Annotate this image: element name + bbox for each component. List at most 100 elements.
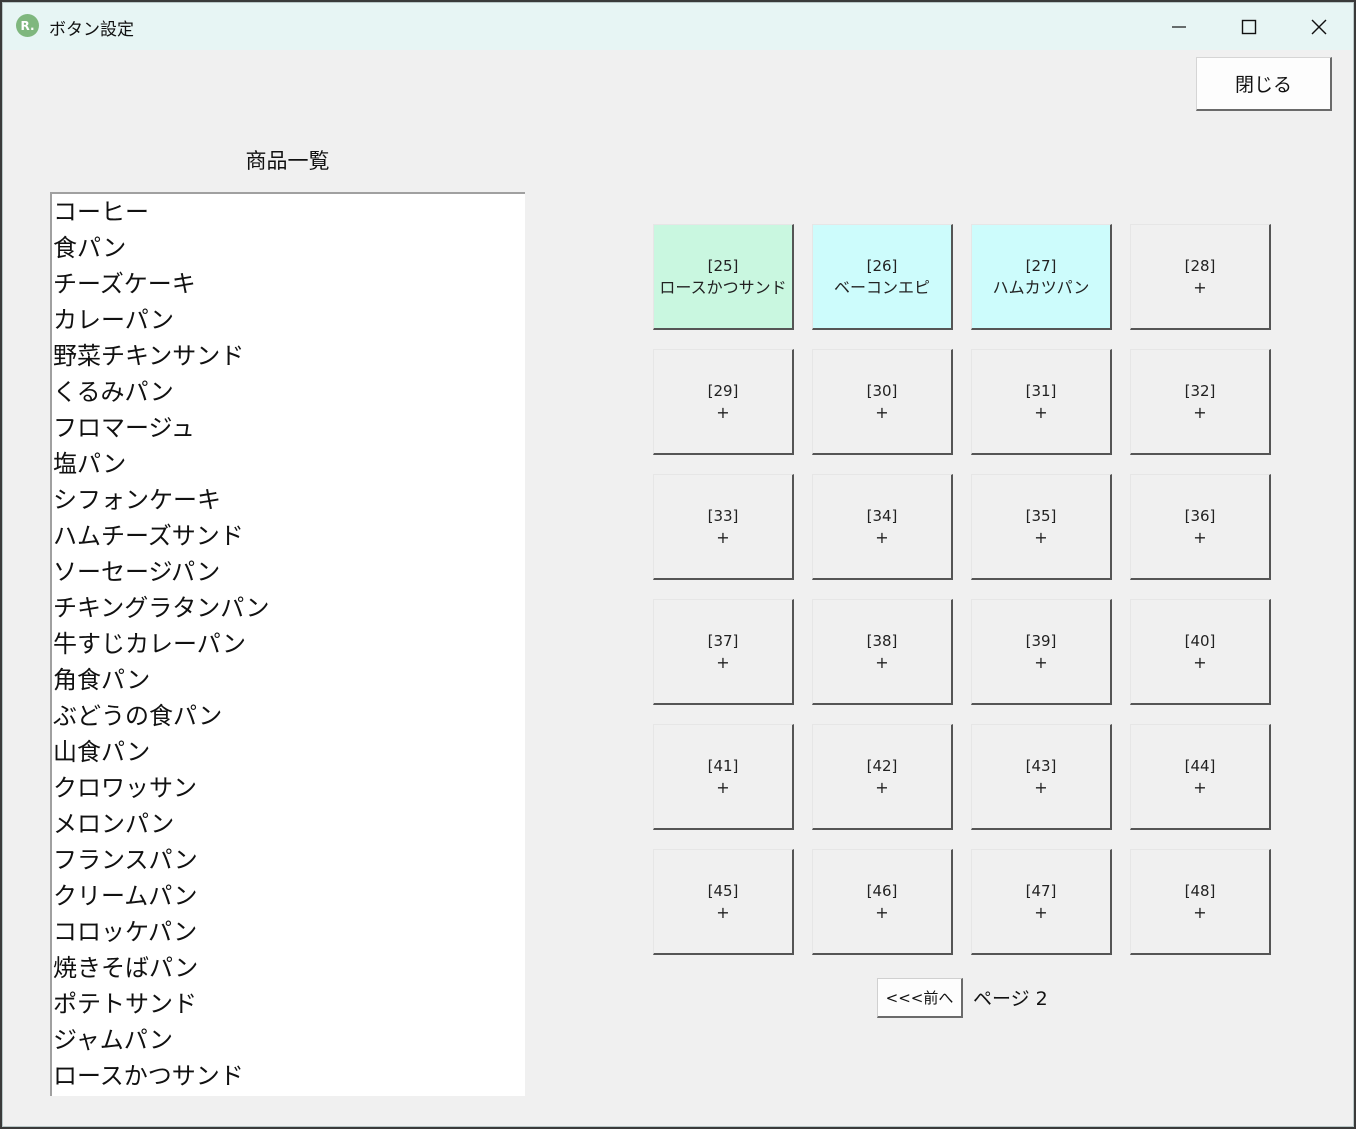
add-icon: +: [1193, 402, 1207, 422]
add-icon: +: [716, 527, 730, 547]
list-item[interactable]: メロンパン: [52, 806, 525, 842]
button-slot[interactable]: [27] ハムカツパン: [971, 224, 1112, 330]
slot-number: [35]: [1025, 506, 1057, 525]
button-slot[interactable]: [43] +: [971, 724, 1112, 830]
add-icon: +: [875, 902, 889, 922]
button-slot[interactable]: [26] ベーコンエピ: [812, 224, 953, 330]
button-slot[interactable]: [41] +: [653, 724, 794, 830]
list-item[interactable]: 山食パン: [52, 734, 525, 770]
button-slot[interactable]: [47] +: [971, 849, 1112, 955]
list-item[interactable]: フロマージュ: [52, 410, 525, 446]
slot-number: [25]: [707, 256, 739, 275]
slot-number: [47]: [1025, 881, 1057, 900]
button-slot[interactable]: [45] +: [653, 849, 794, 955]
page-indicator: ページ 2: [973, 988, 1048, 1010]
list-item[interactable]: コロッケパン: [52, 914, 525, 950]
list-item[interactable]: カレーパン: [52, 302, 525, 338]
list-item[interactable]: 角食パン: [52, 662, 525, 698]
add-icon: +: [1034, 777, 1048, 797]
slot-number: [27]: [1025, 256, 1057, 275]
add-icon: +: [1193, 777, 1207, 797]
list-item[interactable]: クリームパン: [52, 878, 525, 914]
slot-product-name: ロースかつサンド: [659, 277, 787, 297]
button-slot[interactable]: [38] +: [812, 599, 953, 705]
list-item[interactable]: 野菜チキンサンド: [52, 338, 525, 374]
list-item[interactable]: シフォンケーキ: [52, 482, 525, 518]
close-button[interactable]: 閉じる: [1196, 57, 1332, 111]
add-icon: +: [716, 902, 730, 922]
button-grid: [25] ロースかつサンド [26] ベーコンエピ [27] ハムカツパン [28] + [29…: [653, 224, 1271, 955]
button-slot[interactable]: [44] +: [1130, 724, 1271, 830]
list-item[interactable]: 焼きそばパン: [52, 950, 525, 986]
minimize-icon: [1172, 25, 1186, 28]
add-icon: +: [716, 777, 730, 797]
slot-number: [26]: [866, 256, 898, 275]
button-slot[interactable]: [35] +: [971, 474, 1112, 580]
slot-number: [44]: [1184, 756, 1216, 775]
slot-number: [41]: [707, 756, 739, 775]
prev-page-button[interactable]: <<<前へ: [877, 978, 963, 1018]
slot-number: [48]: [1184, 881, 1216, 900]
slot-number: [34]: [866, 506, 898, 525]
slot-number: [45]: [707, 881, 739, 900]
list-item[interactable]: くるみパン: [52, 374, 525, 410]
app-icon: R.: [16, 14, 39, 37]
button-slot[interactable]: [25] ロースかつサンド: [653, 224, 794, 330]
list-item[interactable]: 牛すじカレーパン: [52, 626, 525, 662]
button-slot[interactable]: [28] +: [1130, 224, 1271, 330]
list-item[interactable]: 食パン: [52, 230, 525, 266]
slot-number: [31]: [1025, 381, 1057, 400]
list-item[interactable]: ぶどうの食パン: [52, 698, 525, 734]
slot-number: [33]: [707, 506, 739, 525]
list-item[interactable]: ソーセージパン: [52, 554, 525, 590]
button-slot[interactable]: [36] +: [1130, 474, 1271, 580]
add-icon: +: [875, 527, 889, 547]
slot-number: [32]: [1184, 381, 1216, 400]
product-list[interactable]: コーヒー 食パン チーズケーキ カレーパン 野菜チキンサンド くるみパン フロマージュ 塩パン…: [50, 192, 525, 1096]
window-close-button[interactable]: [1284, 3, 1353, 50]
button-slot[interactable]: [34] +: [812, 474, 953, 580]
title-bar: R. ボタン設定: [3, 3, 1353, 50]
slot-product-name: ハムカツパン: [992, 277, 1090, 297]
button-slot[interactable]: [29] +: [653, 349, 794, 455]
slot-number: [42]: [866, 756, 898, 775]
add-icon: +: [1034, 527, 1048, 547]
list-item[interactable]: フランスパン: [52, 842, 525, 878]
slot-number: [28]: [1184, 256, 1216, 275]
button-slot[interactable]: [37] +: [653, 599, 794, 705]
minimize-button[interactable]: [1144, 3, 1214, 50]
list-item[interactable]: ポテトサンド: [52, 986, 525, 1022]
list-item[interactable]: 塩パン: [52, 446, 525, 482]
slot-number: [39]: [1025, 631, 1057, 650]
add-icon: +: [1034, 402, 1048, 422]
button-slot[interactable]: [33] +: [653, 474, 794, 580]
list-item[interactable]: ジャムパン: [52, 1022, 525, 1058]
slot-number: [46]: [866, 881, 898, 900]
button-slot[interactable]: [30] +: [812, 349, 953, 455]
button-slot[interactable]: [39] +: [971, 599, 1112, 705]
add-icon: +: [875, 777, 889, 797]
add-icon: +: [1193, 902, 1207, 922]
list-item[interactable]: チーズケーキ: [52, 266, 525, 302]
list-item[interactable]: コーヒー: [52, 194, 525, 230]
add-icon: +: [716, 652, 730, 672]
button-slot[interactable]: [46] +: [812, 849, 953, 955]
product-list-title: 商品一覧: [245, 149, 330, 173]
button-slot[interactable]: [31] +: [971, 349, 1112, 455]
slot-number: [40]: [1184, 631, 1216, 650]
list-item[interactable]: ハムチーズサンド: [52, 518, 525, 554]
button-slot[interactable]: [40] +: [1130, 599, 1271, 705]
slot-number: [38]: [866, 631, 898, 650]
slot-number: [43]: [1025, 756, 1057, 775]
list-item[interactable]: チキングラタンパン: [52, 590, 525, 626]
maximize-button[interactable]: [1214, 3, 1284, 50]
maximize-icon: [1241, 19, 1257, 34]
button-slot[interactable]: [32] +: [1130, 349, 1271, 455]
button-settings-window: R. ボタン設定 閉じる 商品一覧 コーヒー 食パン チーズケーキ カレーパン 野菜チキ…: [2, 2, 1354, 1127]
list-item[interactable]: クロワッサン: [52, 770, 525, 806]
slot-product-name: ベーコンエピ: [833, 277, 930, 297]
button-slot[interactable]: [42] +: [812, 724, 953, 830]
button-slot[interactable]: [48] +: [1130, 849, 1271, 955]
add-icon: +: [875, 402, 889, 422]
list-item[interactable]: ロースかつサンド: [52, 1058, 525, 1094]
